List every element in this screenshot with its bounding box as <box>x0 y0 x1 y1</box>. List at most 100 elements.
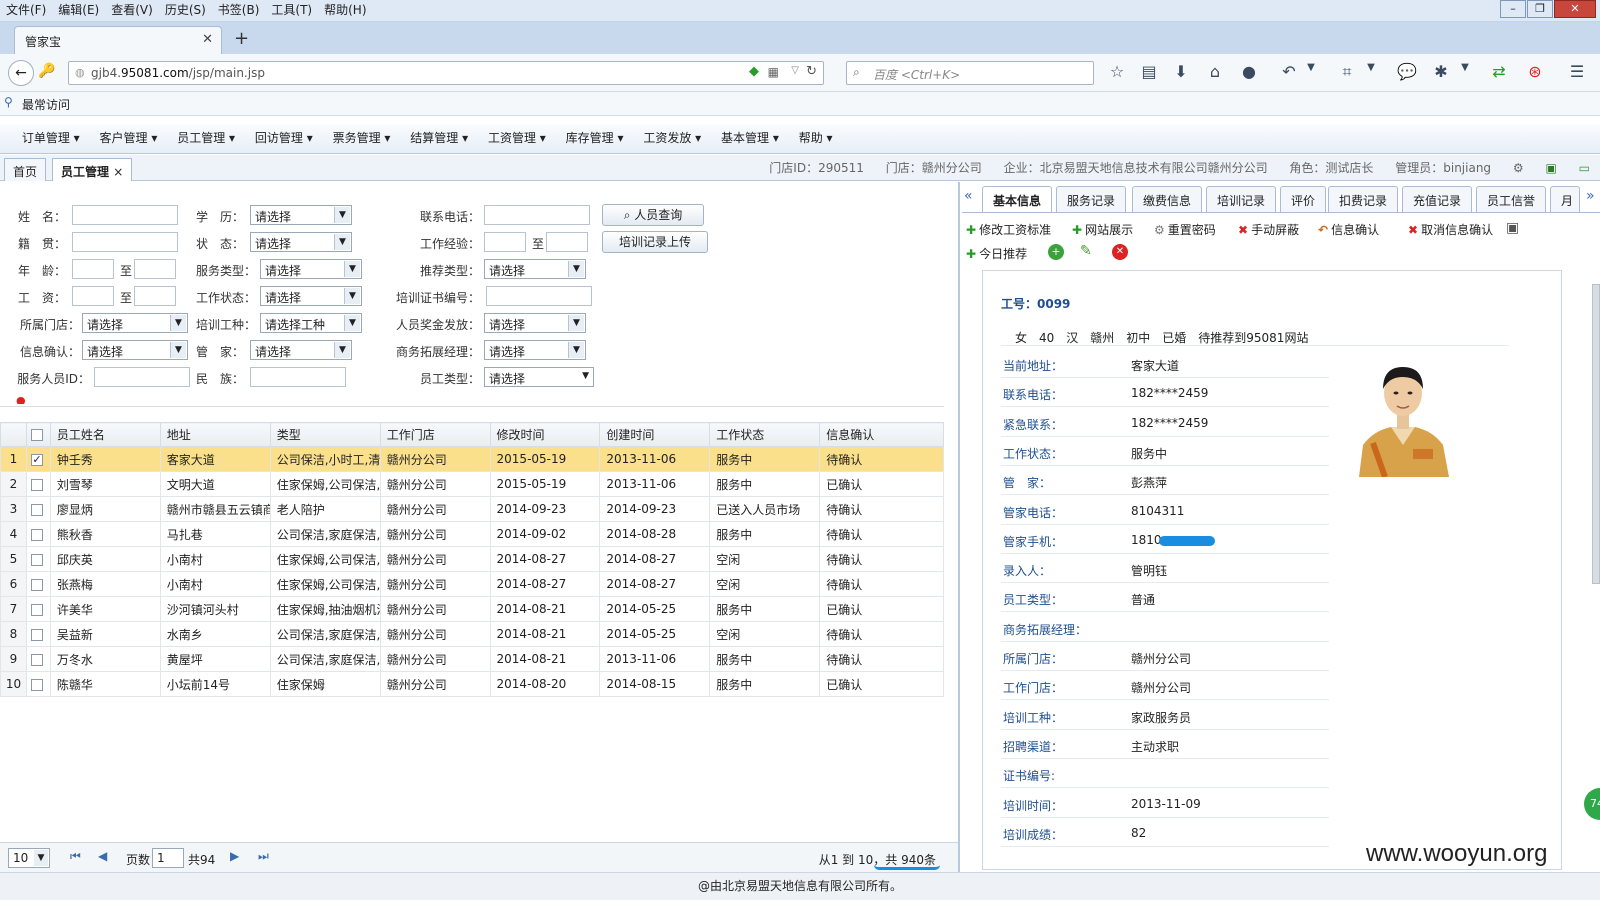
header-status[interactable]: 工作状态 <box>709 422 821 447</box>
tab-service-records[interactable]: 服务记录 <box>1056 186 1127 212</box>
table-row[interactable]: 8 吴益新 水南乡 公司保洁,家庭保洁, 赣州分公司 2014-08-21 2014-05-… <box>0 621 944 647</box>
close-window-icon[interactable]: ✕ <box>1554 0 1596 18</box>
restore-icon[interactable]: ❐ <box>1527 0 1553 18</box>
crop-dropdown-icon[interactable]: ▼ <box>1360 62 1382 73</box>
manual-block-button[interactable]: ✖ 手动屏蔽 <box>1238 221 1299 238</box>
app-menu-tickets[interactable]: 票务管理 ▾ <box>325 124 399 152</box>
table-row[interactable]: 3 廖显炳 赣州市赣县五云镇商 老人陪护 赣州分公司 2014-09-23 2014-09-… <box>0 496 944 522</box>
shield-icon[interactable]: ◆ <box>749 64 759 79</box>
staff-id-input[interactable] <box>94 367 190 387</box>
tab-employee-management[interactable]: 员工管理 × <box>52 158 133 181</box>
detail-scrollbar[interactable] <box>1592 272 1600 852</box>
store-select[interactable]: 请选择 ▼ <box>82 313 188 333</box>
header-checkbox[interactable] <box>25 422 51 447</box>
undo-icon[interactable]: ↶ <box>1278 62 1300 81</box>
recommend-select[interactable]: 请选择 ▼ <box>484 259 586 279</box>
row-checkbox[interactable] <box>30 478 43 491</box>
sync-icon[interactable]: ⇄ <box>1488 62 1510 81</box>
train-type-select[interactable]: 请选择工种 ▼ <box>260 313 362 333</box>
download-icon[interactable]: ⬇ <box>1170 62 1192 81</box>
row-checkbox[interactable] <box>30 503 43 516</box>
work-status-select[interactable]: 请选择 ▼ <box>260 286 362 306</box>
app-menu-inventory[interactable]: 库存管理 ▾ <box>558 124 632 152</box>
tab-more[interactable]: 月 <box>1550 186 1580 212</box>
row-checkbox[interactable] <box>30 578 43 591</box>
row-checkbox[interactable] <box>30 553 43 566</box>
reload-icon[interactable]: ↻ <box>806 64 817 79</box>
cancel-confirm-button[interactable]: ✖ 取消信息确认 <box>1408 221 1493 238</box>
row-checkbox[interactable] <box>30 628 43 641</box>
app-menu-help[interactable]: 帮助 ▾ <box>791 124 841 152</box>
hamburger-menu-icon[interactable]: ☰ <box>1566 62 1588 81</box>
row-checkbox[interactable] <box>30 603 43 616</box>
tab-employee-credit[interactable]: 员工信誉 <box>1476 186 1547 212</box>
app-menu-customers[interactable]: 客户管理 ▾ <box>92 124 166 152</box>
menu-history[interactable]: 历史(S) <box>159 0 212 20</box>
tab-close-icon[interactable]: × <box>113 165 123 179</box>
experience-to-input[interactable] <box>546 232 588 252</box>
phone-input[interactable] <box>484 205 590 225</box>
edit-wage-button[interactable]: ✚ 修改工资标准 <box>966 221 1051 238</box>
confirm-info-button[interactable]: ↶ 信息确认 <box>1318 221 1379 238</box>
table-row[interactable]: 7 许美华 沙河镇河头村 住家保姆,抽油烟机清 赣州分公司 2014-08-21 2014-… <box>0 596 944 622</box>
cert-no-input[interactable] <box>486 286 592 306</box>
select-all-checkbox[interactable] <box>30 429 43 441</box>
table-row[interactable]: 9 万冬水 黄屋坪 公司保洁,家庭保洁, 赣州分公司 2014-08-21 2013-11-… <box>0 646 944 672</box>
chat-icon[interactable]: ● <box>1238 62 1260 81</box>
first-page-icon[interactable]: ⏮ <box>70 849 81 864</box>
app-menu-followup[interactable]: 回访管理 ▾ <box>247 124 321 152</box>
table-row[interactable]: 4 熊秋香 马扎巷 公司保洁,家庭保洁, 赣州分公司 2014-09-02 2014-08-… <box>0 521 944 547</box>
tab-deduction-records[interactable]: 扣费记录 <box>1328 186 1399 212</box>
row-checkbox[interactable] <box>30 653 43 666</box>
app-menu-payroll[interactable]: 工资发放 ▾ <box>635 124 709 152</box>
upload-training-button[interactable]: 培训记录上传 <box>602 231 708 253</box>
qr-code-icon[interactable]: ▦ <box>768 65 779 79</box>
tab-payment-info[interactable]: 缴费信息 <box>1132 186 1203 212</box>
service-type-select[interactable]: 请选择 ▼ <box>260 259 362 279</box>
tab-home[interactable]: 首页 <box>4 158 47 181</box>
menu-help[interactable]: 帮助(H) <box>318 0 372 20</box>
app-menu-settlement[interactable]: 结算管理 ▾ <box>402 124 476 152</box>
emp-type-select[interactable]: 请选择 ▼ <box>484 367 594 387</box>
row-checkbox[interactable] <box>30 453 43 466</box>
tab-close-icon[interactable]: ✕ <box>202 32 213 47</box>
table-row[interactable]: 6 张燕梅 小南村 住家保姆,公司保洁, 赣州分公司 2014-08-27 2014-08-… <box>0 571 944 597</box>
settings-icon[interactable]: ⚙ <box>1513 161 1524 175</box>
url-bar[interactable]: ◍ gjb4.95081.com/jsp/main.jsp ◆ ▦ ▽ ↻ <box>68 61 824 85</box>
header-confirm[interactable]: 信息确认 <box>819 422 944 447</box>
header-created[interactable]: 创建时间 <box>599 422 711 447</box>
search-bar[interactable]: ⌕ 百度 <Ctrl+K> <box>846 61 1094 85</box>
wage-to-input[interactable] <box>134 286 176 306</box>
notebook-icon[interactable]: ▣ <box>1545 161 1556 175</box>
education-select[interactable]: 请选择 ▼ <box>250 205 352 225</box>
wage-from-input[interactable] <box>72 286 114 306</box>
page-size-select[interactable]: 10 ▼ <box>8 848 50 868</box>
notebook-icon[interactable]: ▣ <box>1506 220 1519 236</box>
row-checkbox[interactable] <box>30 678 43 691</box>
tab-recharge-records[interactable]: 充值记录 <box>1402 186 1473 212</box>
prev-page-icon[interactable]: ◀ <box>98 849 107 863</box>
exit-icon[interactable]: ▭ <box>1579 161 1590 175</box>
biz-mgr-select[interactable]: 请选择 ▼ <box>484 340 586 360</box>
add-circle-icon[interactable]: + <box>1048 244 1064 260</box>
identity-icon[interactable]: 🔑 <box>38 63 55 79</box>
delete-circle-icon[interactable]: ✕ <box>1112 244 1128 260</box>
age-from-input[interactable] <box>72 259 114 279</box>
undo-dropdown-icon[interactable]: ▼ <box>1300 62 1322 73</box>
minimize-icon[interactable]: – <box>1500 0 1526 18</box>
header-type[interactable]: 类型 <box>269 422 381 447</box>
confirm-select[interactable]: 请选择 ▼ <box>82 340 188 360</box>
star-icon[interactable]: ☆ <box>1106 62 1128 81</box>
table-row[interactable]: 2 刘雪琴 文明大道 住家保姆,公司保洁, 赣州分公司 2015-05-19 2013-11… <box>0 471 944 497</box>
tab-review[interactable]: 评价 <box>1280 186 1327 212</box>
dropdown-icon[interactable]: ▽ <box>791 65 799 76</box>
addon-icon[interactable]: ⊛ <box>1524 62 1546 81</box>
menu-view[interactable]: 查看(V) <box>105 0 159 20</box>
bug-dropdown-icon[interactable]: ▼ <box>1454 62 1476 73</box>
app-menu-wages[interactable]: 工资管理 ▾ <box>480 124 554 152</box>
butler-select[interactable]: 请选择 ▼ <box>250 340 352 360</box>
app-menu-orders[interactable]: 订单管理 ▾ <box>14 124 88 152</box>
search-button[interactable]: ⌕ 人员查询 <box>602 204 704 226</box>
website-display-button[interactable]: ✚ 网站展示 <box>1072 221 1133 238</box>
table-row[interactable]: 10 陈赣华 小坛前14号 住家保姆 赣州分公司 2014-08-20 2014-08-15… <box>0 671 944 697</box>
